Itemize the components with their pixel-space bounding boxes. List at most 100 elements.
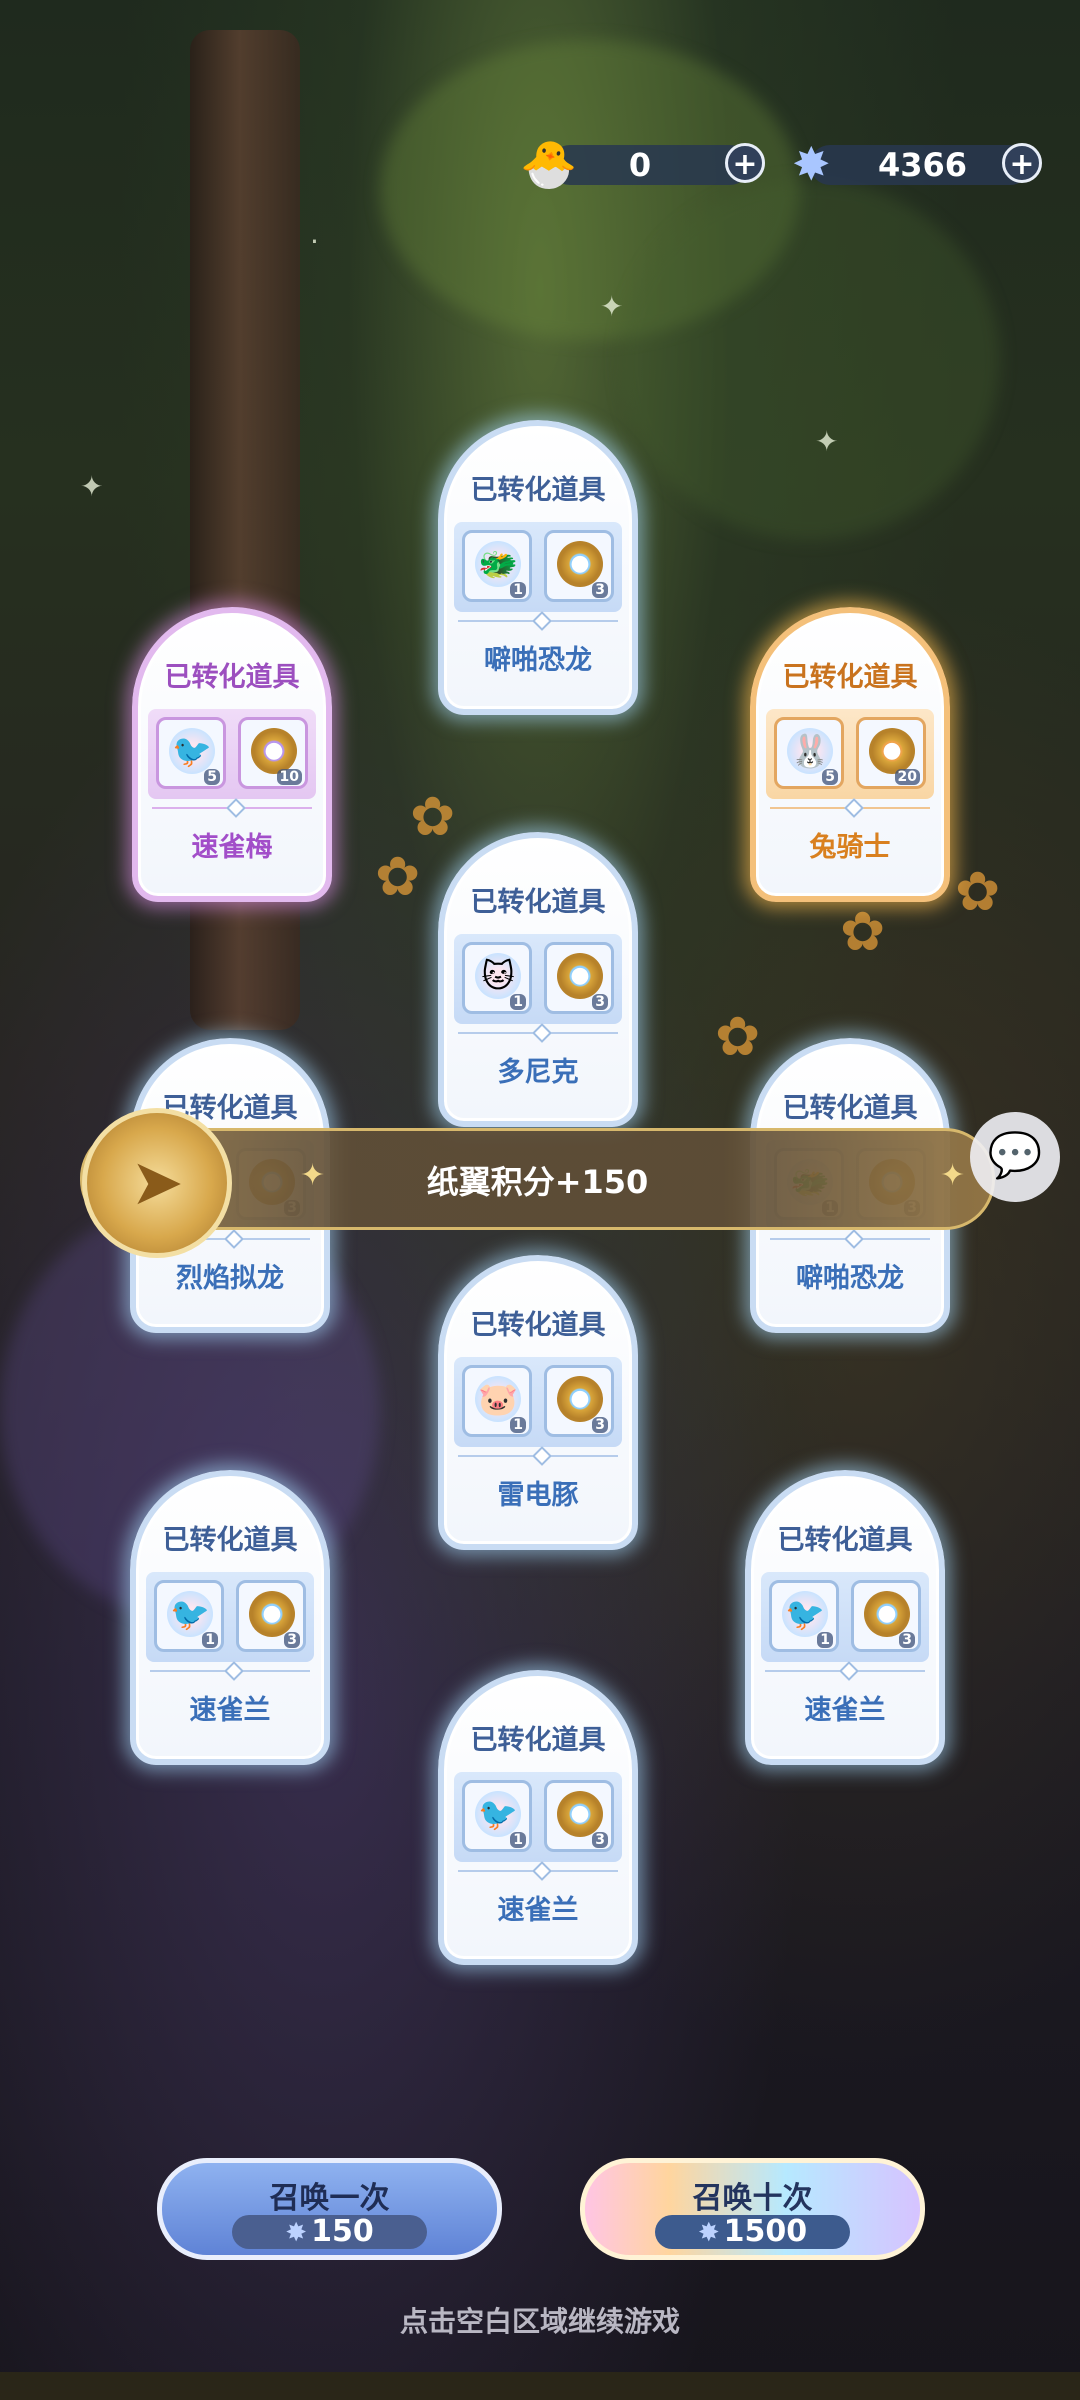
knight-pet-icon: 🐰 [787,728,833,774]
item-count: 1 [817,1632,833,1648]
reward-item: ●3 [236,1580,306,1652]
card-items: 🐦 1 ● 3 [761,1572,929,1662]
bird-pet-icon: 🐦 [782,1591,828,1637]
card-name: 噼啪恐龙 [484,645,592,676]
reward-item: 🐰 5 [774,717,844,789]
item-count: 3 [284,1632,300,1648]
flower-icon: ✿ [955,860,1001,923]
pig-pet-icon: 🐷 [475,1376,521,1422]
medal-icon: ● [869,728,915,774]
summon-once-cost: ✸ 150 [232,2215,427,2249]
medal-icon: ● [557,1376,603,1422]
add-chicken-button[interactable]: + [725,143,765,183]
reward-item: ●3 [544,942,614,1014]
item-count: 10 [276,769,302,785]
reward-item: ●3 [544,1365,614,1437]
card-title: 已转化道具 [777,1525,913,1556]
item-count: 3 [592,1417,608,1433]
card-items: 🐲1 ●3 [454,522,622,612]
sparkle-icon: ✦ [300,1158,326,1193]
card-title: 已转化道具 [162,1525,298,1556]
card-name: 速雀兰 [189,1695,271,1726]
reward-card: 已转化道具 🐲1 ●3 噼啪恐龙 [438,420,638,715]
reward-card: 已转化道具 🐦 1 ● 3 速雀兰 [745,1470,945,1765]
card-name: 多尼克 [497,1057,579,1088]
card-items: 🐱 1 ● 3 [454,934,622,1024]
card-name: 烈焰拟龙 [176,1263,284,1294]
medal-icon: ● [557,541,603,587]
card-items: 🐦 5 ● 10 [148,709,316,799]
diamond-ornament [844,798,864,818]
summon-once-label: 召唤一次 [269,2181,390,2216]
bird-pet-icon: 🐦 [475,1791,521,1837]
flower-icon: ✿ [375,845,421,908]
item-count: 1 [510,994,526,1010]
reward-item: ● 10 [238,717,308,789]
medal-icon: ● [557,1791,603,1837]
add-gem-button[interactable]: + [1002,143,1042,183]
cat-pet-icon: 🐱 [475,953,521,999]
card-title: 已转化道具 [164,662,300,693]
card-name: 噼啪恐龙 [796,1263,904,1294]
card-items: 🐦 1 ● 3 [454,1772,622,1862]
summon-ten-cost: ✸ 1500 [655,2215,850,2249]
diamond-ornament [532,1861,552,1881]
summon-once-button[interactable]: 召唤一次 ✸ 150 [157,2158,502,2260]
bird-pet-icon: 🐦 [167,1591,213,1637]
card-title: 已转化道具 [470,1310,606,1341]
card-name: 速雀兰 [497,1895,579,1926]
chat-button[interactable]: 💬 [970,1112,1060,1202]
item-count: 20 [894,769,920,785]
medal-icon: ● [557,953,603,999]
item-count: 1 [510,582,526,598]
reward-card: 已转化道具 🐱 1 ● 3 多尼克 [438,832,638,1127]
summon-once-cost-value: 150 [311,2214,374,2249]
sparkle-icon: ✦ [600,290,624,323]
item-count: 3 [899,1632,915,1648]
sparkle-icon: ✦ [940,1158,966,1193]
item-count: 3 [592,1832,608,1848]
gem-count: 4366 [877,146,968,184]
star-gem-icon: ✸ [285,2218,308,2248]
card-name: 速雀兰 [804,1695,886,1726]
chicken-icon: 🐣 [520,137,578,191]
currency-bar: 🐣 0 + ✸ 4366 + [510,137,1050,191]
paper-plane-badge-icon: ➤ [82,1108,232,1258]
bird-pet-icon: 🐦 [169,728,215,774]
reward-item: ●3 [544,1780,614,1852]
flower-icon: ✿ [840,900,886,963]
item-count: 1 [510,1417,526,1433]
reward-card: 已转化道具 🐷 1 ● 3 雷电豚 [438,1255,638,1550]
item-count: 3 [592,582,608,598]
reward-item: 🐱 1 [462,942,532,1014]
card-name: 速雀梅 [191,832,273,863]
card-title: 已转化道具 [470,1725,606,1756]
diamond-ornament [844,1229,864,1249]
reward-card: 已转化道具 🐦 1 ● 3 速雀兰 [130,1470,330,1765]
medal-icon: ● [864,1591,910,1637]
reward-item: ●3 [851,1580,921,1652]
reward-item: 🐷 1 [462,1365,532,1437]
reward-item: ● 20 [856,717,926,789]
sparkle-icon: ✦ [80,470,104,503]
diamond-ornament [532,1446,552,1466]
diamond-ornament [226,798,246,818]
card-items: 🐦 1 ● 3 [146,1572,314,1662]
diamond-ornament [532,611,552,631]
reward-card: 已转化道具 🐦 5 ● 10 速雀梅 [132,607,332,902]
continue-hint: 点击空白区域继续游戏 [399,2305,680,2338]
medal-icon: ● [249,1591,295,1637]
sparkle-icon: ✦ [815,425,839,458]
card-title: 已转化道具 [470,887,606,918]
diamond-ornament [839,1661,859,1681]
card-title: 已转化道具 [782,1093,918,1124]
reward-item: ●3 [544,530,614,602]
reward-card: 已转化道具 🐰 5 ● 20 兔骑士 [750,607,950,902]
item-count: 5 [204,769,220,785]
card-name: 雷电豚 [497,1480,579,1511]
medal-icon: ● [251,728,297,774]
summon-ten-button[interactable]: 召唤十次 ✸ 1500 [580,2158,925,2260]
diamond-ornament [532,1023,552,1043]
dino-pet-icon: 🐲 [475,541,521,587]
sparkle-icon: · [310,225,319,258]
